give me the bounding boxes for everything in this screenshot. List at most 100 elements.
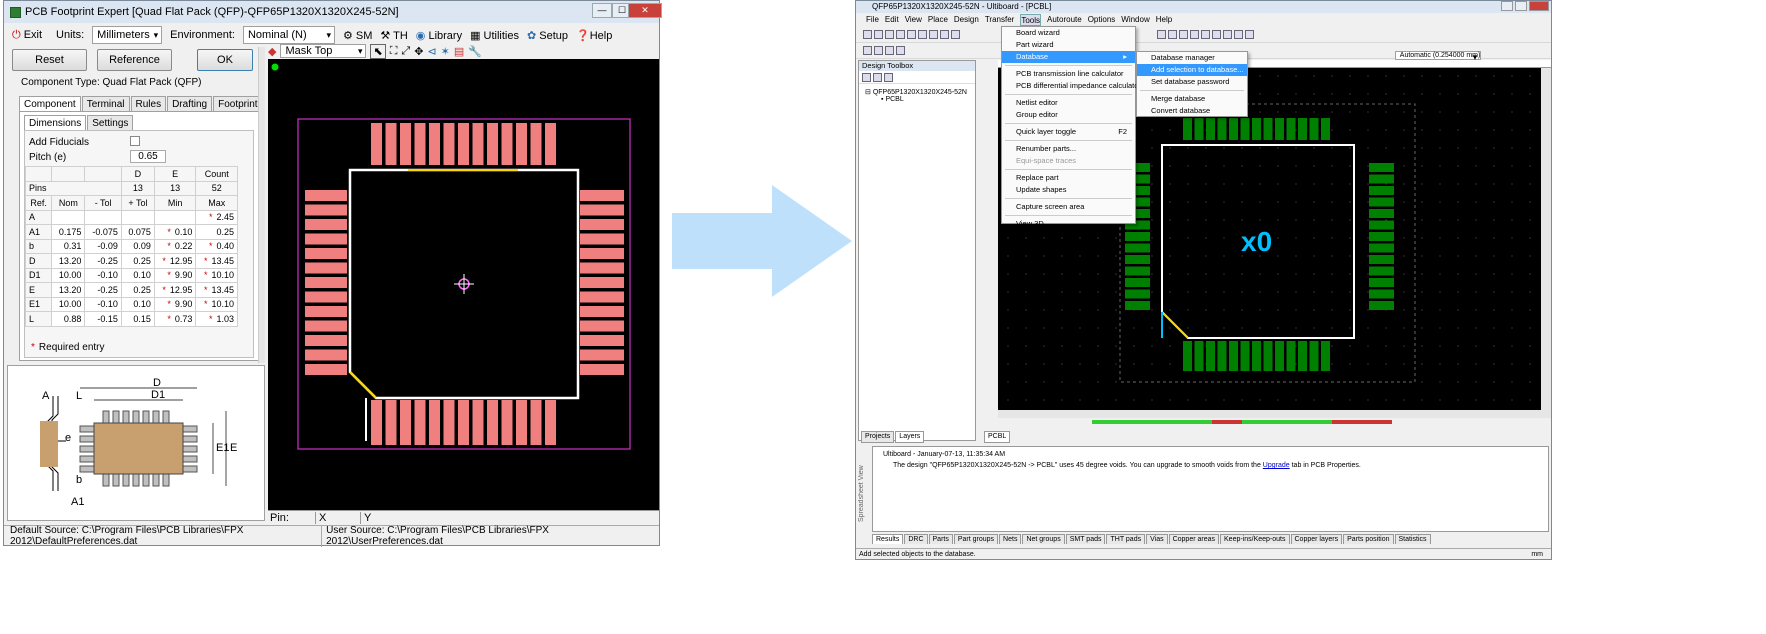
footprint-preview-canvas[interactable] bbox=[268, 59, 659, 510]
left-panel-scrollbar[interactable] bbox=[258, 47, 265, 363]
redo-icon[interactable] bbox=[951, 30, 960, 39]
open-project-icon[interactable] bbox=[873, 73, 882, 82]
save-icon[interactable] bbox=[885, 30, 894, 39]
help-button[interactable]: ❓Help bbox=[576, 29, 612, 42]
cell-ptol[interactable]: 0.10 bbox=[120, 296, 155, 312]
snap-icon[interactable]: ✶ bbox=[441, 45, 450, 58]
reference-button[interactable]: Reference bbox=[97, 49, 172, 71]
route-icon[interactable] bbox=[1157, 30, 1166, 39]
minimize-button[interactable]: — bbox=[592, 3, 612, 18]
open-file-icon[interactable] bbox=[874, 30, 883, 39]
zoom-in-icon[interactable] bbox=[1212, 30, 1221, 39]
results-tab[interactable]: Statistics bbox=[1394, 534, 1431, 544]
cell-mtol[interactable]: -0.25 bbox=[84, 253, 122, 269]
menu-window[interactable]: Window bbox=[1121, 14, 1149, 26]
database-menu-item[interactable]: Convert database bbox=[1137, 105, 1247, 117]
expand-icon[interactable]: ⊟ bbox=[865, 89, 873, 96]
cell-mtol[interactable]: -0.15 bbox=[84, 311, 122, 327]
tools-menu-item[interactable]: PCB differential impedance calculator bbox=[1002, 80, 1141, 92]
database-menu-item[interactable]: Database manager bbox=[1137, 52, 1247, 64]
results-tab[interactable]: DRC bbox=[904, 534, 928, 544]
utilities-button[interactable]: ▦ Utilities bbox=[470, 29, 519, 42]
results-tab[interactable]: Copper layers bbox=[1290, 534, 1343, 544]
tree-child[interactable]: ▪ PCBL bbox=[865, 96, 969, 103]
tools-menu-item[interactable]: View 3D bbox=[1002, 218, 1135, 230]
cell-nom[interactable]: 13.20 bbox=[51, 282, 86, 298]
results-tab[interactable]: SMT pads bbox=[1065, 534, 1106, 544]
canvas-vertical-scrollbar[interactable] bbox=[1541, 68, 1551, 410]
tab-pcbl[interactable]: PCBL bbox=[984, 431, 1011, 443]
ultiboard-maximize-button[interactable] bbox=[1515, 1, 1527, 11]
results-tab[interactable]: Vias bbox=[1146, 534, 1168, 544]
print-icon[interactable] bbox=[896, 30, 905, 39]
wrench-icon[interactable]: 🔧 bbox=[468, 45, 482, 58]
setup-button[interactable]: ✿ Setup bbox=[527, 29, 568, 42]
tools-menu-item[interactable]: Equi-space traces bbox=[1002, 155, 1135, 167]
zoom-fit-icon-2[interactable] bbox=[1245, 30, 1254, 39]
tab-terminal[interactable]: Terminal bbox=[81, 96, 130, 112]
tab-component[interactable]: Component bbox=[19, 96, 81, 112]
results-tab[interactable]: Nets bbox=[999, 534, 1022, 544]
measure-icon[interactable]: ⊲ bbox=[427, 45, 436, 58]
tools-menu-item[interactable]: Update shapes bbox=[1002, 184, 1135, 196]
grid-icon[interactable] bbox=[1190, 30, 1199, 39]
new-project-icon[interactable] bbox=[862, 73, 871, 82]
tab-dimensions[interactable]: Dimensions bbox=[24, 115, 87, 131]
zoom-area-icon[interactable] bbox=[1234, 30, 1243, 39]
units-select[interactable]: Millimeters bbox=[92, 26, 163, 44]
results-tab[interactable]: Net groups bbox=[1022, 534, 1065, 544]
tab-layers[interactable]: Layers bbox=[895, 431, 925, 443]
arc-icon[interactable] bbox=[896, 46, 905, 55]
upgrade-link[interactable]: Upgrade bbox=[1263, 462, 1290, 469]
results-tab[interactable]: Part groups bbox=[953, 534, 999, 544]
library-button[interactable]: ◉ Library bbox=[416, 29, 462, 42]
copy-icon[interactable] bbox=[918, 30, 927, 39]
menu-help[interactable]: Help bbox=[1156, 14, 1172, 26]
cell-nom[interactable]: 0.31 bbox=[51, 238, 86, 254]
tools-menu-item[interactable]: Capture screen area bbox=[1002, 201, 1135, 213]
cell-nom[interactable]: 0.175 bbox=[51, 224, 86, 240]
tools-menu-item[interactable]: Renumber parts... bbox=[1002, 143, 1135, 155]
cell-nom[interactable] bbox=[51, 209, 86, 225]
cell-mtol[interactable]: -0.10 bbox=[84, 296, 122, 312]
tab-projects[interactable]: Projects bbox=[861, 431, 895, 443]
canvas-horizontal-scrollbar[interactable] bbox=[998, 410, 1551, 418]
tools-menu-item[interactable]: Part wizard bbox=[1002, 39, 1135, 51]
cell-nom[interactable]: 10.00 bbox=[51, 296, 86, 312]
menu-autoroute[interactable]: Autoroute bbox=[1047, 14, 1082, 26]
results-tab[interactable]: Parts bbox=[928, 534, 953, 544]
results-tab[interactable]: Parts position bbox=[1343, 534, 1394, 544]
tab-drafting[interactable]: Drafting bbox=[167, 96, 213, 112]
stack-icon[interactable]: ▤ bbox=[454, 45, 464, 58]
cell-ptol[interactable]: 0.25 bbox=[120, 253, 155, 269]
save-project-icon[interactable] bbox=[884, 73, 893, 82]
pitch-input[interactable]: 0.65 bbox=[130, 150, 166, 163]
database-menu-item[interactable]: Merge database bbox=[1137, 93, 1247, 105]
zoom-fit-icon[interactable]: ⛶ bbox=[390, 45, 398, 58]
tab-footprint[interactable]: Footprint bbox=[213, 96, 263, 112]
menu-place[interactable]: Place bbox=[928, 14, 948, 26]
select-icon[interactable] bbox=[863, 46, 872, 55]
paste-icon[interactable] bbox=[929, 30, 938, 39]
reset-button[interactable]: Reset bbox=[12, 49, 87, 71]
results-tab[interactable]: Results bbox=[872, 534, 904, 544]
cell-ptol[interactable]: 0.10 bbox=[120, 267, 155, 283]
ok-button[interactable]: OK bbox=[197, 49, 253, 71]
pins-e[interactable]: 13 bbox=[153, 180, 197, 196]
environment-select[interactable]: Nominal (N) bbox=[242, 26, 335, 44]
tab-settings[interactable]: Settings bbox=[87, 115, 134, 131]
zoom-window-icon[interactable]: ⤢ bbox=[401, 45, 410, 58]
database-menu-item[interactable]: Set database password bbox=[1137, 76, 1247, 88]
align-icon[interactable] bbox=[1179, 30, 1188, 39]
tools-menu-item[interactable]: Replace part bbox=[1002, 172, 1135, 184]
exit-button[interactable]: ⏻ Exit bbox=[12, 29, 42, 42]
cell-nom[interactable]: 0.88 bbox=[51, 311, 86, 327]
th-button[interactable]: ⚒ TH bbox=[380, 29, 407, 42]
cell-mtol[interactable]: -0.075 bbox=[84, 224, 122, 240]
close-button[interactable]: ✕ bbox=[628, 3, 662, 18]
cell-ptol[interactable]: 0.15 bbox=[120, 311, 155, 327]
undo-icon[interactable] bbox=[940, 30, 949, 39]
tools-menu-item[interactable]: Netlist editor bbox=[1002, 97, 1135, 109]
pins-d[interactable]: 13 bbox=[120, 180, 155, 196]
tools-menu-item[interactable]: PCB transmission line calculator bbox=[1002, 68, 1135, 80]
